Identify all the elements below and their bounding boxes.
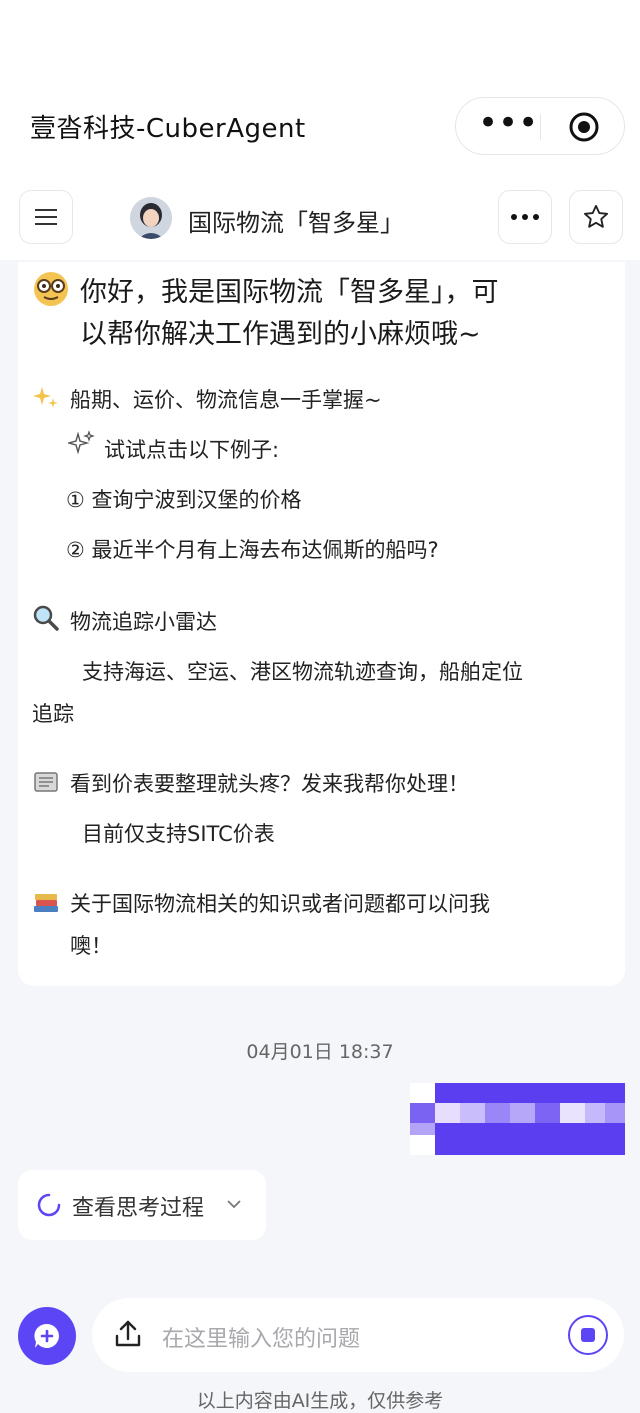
redacted-message-content <box>410 1083 625 1155</box>
magnifier-icon <box>33 605 59 631</box>
chevron-down-icon <box>227 1200 241 1209</box>
section-knowledge-line-1: 关于国际物流相关的知识或者问题都可以问我 <box>70 892 490 916</box>
user-message-bubble <box>410 1083 625 1155</box>
view-thinking-label: 查看思考过程 <box>72 1196 205 1221</box>
section-tracking-desc-2: 追踪 <box>32 702 74 726</box>
chat-input-box[interactable]: 在这里输入您的问题 <box>92 1298 624 1372</box>
sparkle-outline-icon <box>68 430 95 455</box>
capsule-menu: ••• <box>455 97 625 155</box>
agent-navbar: 国际物流「智多星」 <box>0 185 640 260</box>
ai-disclaimer: 以上内容由AI生成，仅供参考 <box>196 1390 444 1412</box>
app-title: 壹沓科技-CuberAgent <box>30 114 306 144</box>
section-tracking-desc-1: 支持海运、空运、港区物流轨迹查询，船舶定位 <box>82 660 523 684</box>
example-question-2[interactable]: ② 最近半个月有上海去布达佩斯的船吗? <box>66 534 439 564</box>
section-knowledge-line-2: 噢！ <box>70 934 112 958</box>
stop-generation-button[interactable] <box>568 1315 608 1355</box>
target-circle-icon[interactable] <box>568 111 600 143</box>
example-question-1[interactable]: ① 查询宁波到汉堡的价格 <box>66 484 302 514</box>
star-outline-icon <box>583 204 609 228</box>
document-icon <box>34 772 58 792</box>
sparkles-icon <box>33 387 58 408</box>
capsule-divider <box>540 114 541 140</box>
greeting-line-1: 你好，我是国际物流「智多星」，可 <box>80 277 499 308</box>
section-tracking-title: 物流追踪小雷达 <box>70 610 217 634</box>
hamburger-icon <box>35 209 57 225</box>
greeting-line-2: 以帮你解决工作遇到的小麻烦哦~ <box>80 319 481 350</box>
chat-input-placeholder[interactable]: 在这里输入您的问题 <box>162 1321 360 1353</box>
section-schedule-hint: 试试点击以下例子: <box>104 438 280 462</box>
new-chat-button[interactable] <box>18 1307 76 1365</box>
books-icon <box>34 894 58 912</box>
section-pricetable-title: 看到价表要整理就头疼？发来我帮你处理！ <box>70 772 469 796</box>
upload-icon[interactable] <box>112 1318 144 1350</box>
stop-icon <box>581 1328 595 1342</box>
message-timestamp: 04月01日 18:37 <box>246 1041 394 1063</box>
favorite-button[interactable] <box>569 190 623 244</box>
welcome-card: 你好，我是国际物流「智多星」，可 以帮你解决工作遇到的小麻烦哦~ 船期、运价、物… <box>18 262 625 986</box>
nerd-face-icon <box>34 272 68 306</box>
menu-button[interactable] <box>19 190 73 244</box>
avatar <box>130 197 172 239</box>
chat-plus-icon <box>34 1323 59 1348</box>
section-schedule-title: 船期、运价、物流信息一手掌握~ <box>70 388 382 412</box>
agent-name: 国际物流「智多星」 <box>188 209 404 237</box>
mini-program-header: 壹沓科技-CuberAgent ••• <box>0 0 640 185</box>
loading-spinner-icon <box>37 1193 61 1217</box>
ellipsis-icon <box>511 214 539 220</box>
more-button[interactable] <box>498 190 552 244</box>
section-pricetable-desc: 目前仅支持SITC价表 <box>82 822 275 846</box>
more-horizontal-icon[interactable]: ••• <box>478 106 538 144</box>
view-thinking-button[interactable]: 查看思考过程 <box>18 1170 266 1240</box>
